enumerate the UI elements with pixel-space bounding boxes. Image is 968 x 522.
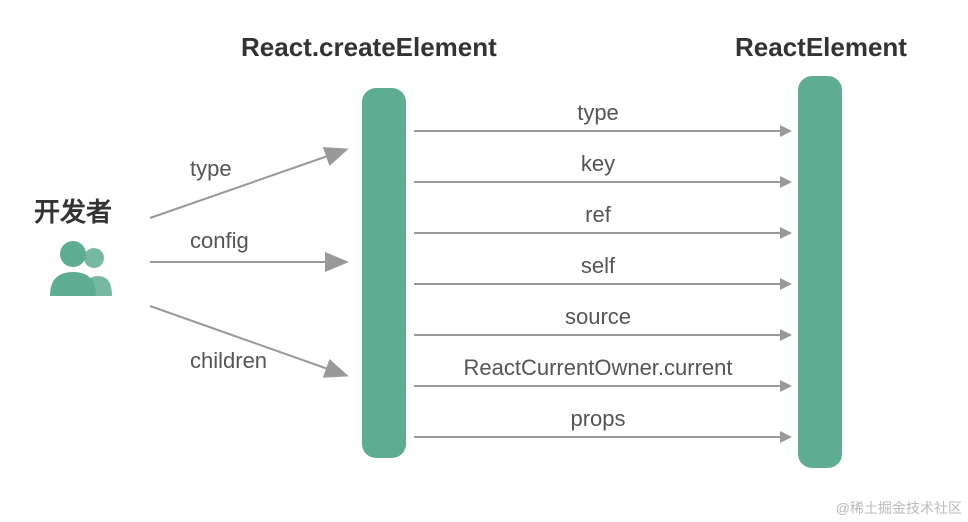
mid-arrow-head-6 [780, 431, 792, 443]
create-element-bar [362, 88, 406, 458]
mid-arrow-head-4 [780, 329, 792, 341]
watermark-text: @稀土掘金技术社区 [836, 498, 962, 518]
react-element-bar [798, 76, 842, 468]
mid-arrow-label-ref: ref [414, 202, 782, 228]
mid-arrow-head-5 [780, 380, 792, 392]
mid-arrow-label-props: props [414, 406, 782, 432]
mid-arrow-head-1 [780, 176, 792, 188]
left-arrow-label-config: config [190, 228, 249, 254]
mid-arrow-label-owner: ReactCurrentOwner.current [414, 355, 782, 381]
mid-arrow-line-1 [414, 181, 782, 183]
mid-arrow-line-5 [414, 385, 782, 387]
mid-arrow-line-3 [414, 283, 782, 285]
mid-arrow-label-key: key [414, 151, 782, 177]
mid-arrow-line-2 [414, 232, 782, 234]
mid-arrow-head-2 [780, 227, 792, 239]
left-arrow-label-children: children [190, 348, 267, 374]
mid-arrow-line-0 [414, 130, 782, 132]
mid-arrow-label-source: source [414, 304, 782, 330]
mid-arrow-label-type: type [414, 100, 782, 126]
mid-arrow-head-0 [780, 125, 792, 137]
left-arrow-label-type: type [190, 156, 232, 182]
mid-arrow-head-3 [780, 278, 792, 290]
mid-arrow-label-self: self [414, 253, 782, 279]
mid-arrow-line-6 [414, 436, 782, 438]
mid-arrow-line-4 [414, 334, 782, 336]
